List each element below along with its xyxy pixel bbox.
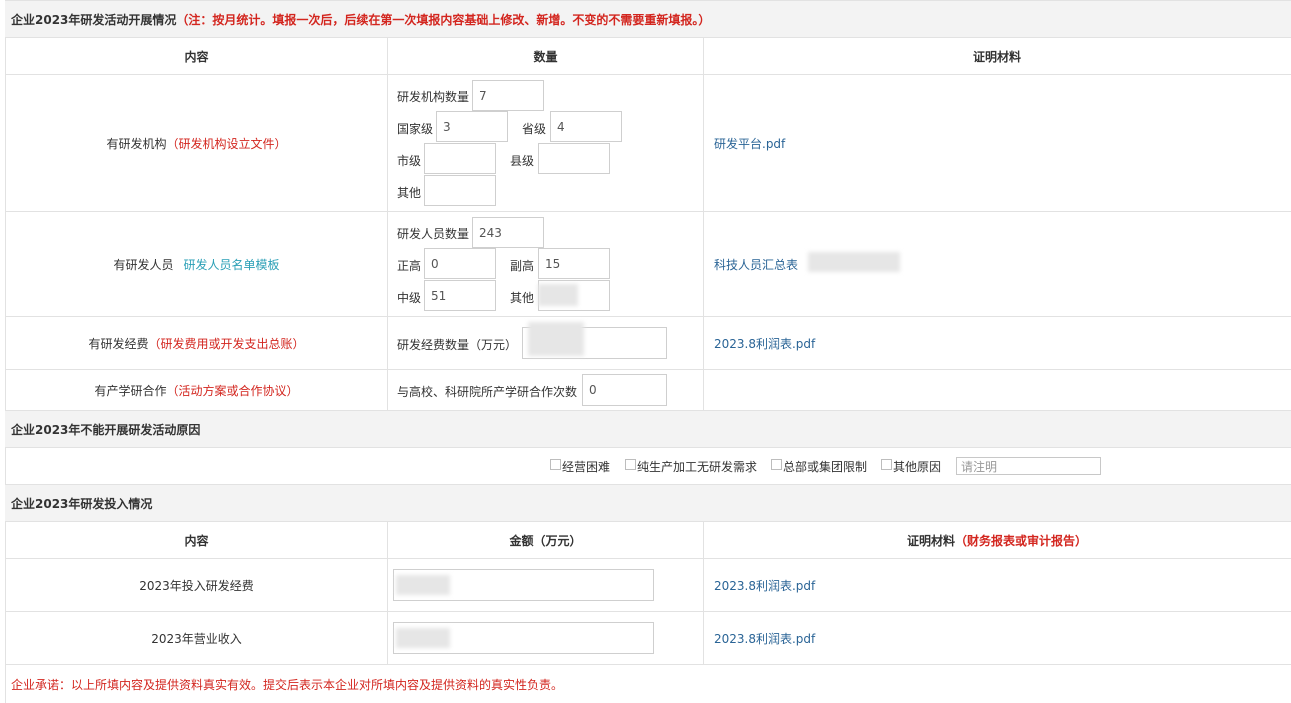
- rnd-funds-label-cell: 有研发经费 （研发费用或开发支出总账）: [5, 317, 388, 369]
- senior-title-input[interactable]: 0: [424, 248, 496, 279]
- header-content: 内容: [184, 534, 209, 548]
- column-divider: [703, 522, 704, 664]
- cooperation-count-input[interactable]: 0: [582, 374, 667, 406]
- rnd-org-proof-file[interactable]: 研发平台.pdf: [714, 137, 785, 151]
- provincial-level-input[interactable]: 4: [550, 111, 622, 142]
- redaction-mask: [396, 628, 450, 648]
- reason-label: 总部或集团限制: [783, 460, 868, 474]
- redaction-mask: [538, 284, 578, 306]
- reason-checkbox[interactable]: [550, 459, 561, 470]
- reason-checkbox[interactable]: [625, 459, 636, 470]
- city-level-input[interactable]: [424, 143, 496, 174]
- table-row-label: 2023年投入研发经费: [139, 578, 254, 593]
- reason-label: 纯生产加工无研发需求: [637, 460, 758, 474]
- cooperation-label-cell: 有产学研合作 （活动方案或合作协议）: [5, 370, 388, 410]
- header-proof: 证明材料: [972, 50, 1021, 64]
- cooperation-label: 有产学研合作: [94, 383, 167, 398]
- reason-checkbox[interactable]: [881, 459, 892, 470]
- header-proof-note: （财务报表或审计报告）: [955, 534, 1088, 548]
- section-1-note: （注：按月统计。填报一次后，后续在第一次填报内容基础上修改、新增。不变的不需要重…: [176, 12, 711, 27]
- redaction-mask: [808, 252, 900, 272]
- county-level-input[interactable]: [538, 143, 610, 174]
- national-level-input[interactable]: 3: [436, 111, 508, 142]
- mid-title-input[interactable]: 51: [424, 280, 496, 311]
- rnd-staff-count-label: 研发人员数量: [397, 227, 470, 241]
- cooperation-doc-link[interactable]: （活动方案或合作协议）: [167, 382, 299, 399]
- cooperation-count-label: 与高校、科研院所产学研合作次数: [397, 385, 578, 399]
- provincial-level-label: 省级: [522, 122, 547, 136]
- reason-label: 经营困难: [562, 460, 611, 474]
- reason-checkbox[interactable]: [771, 459, 782, 470]
- senior-title-label: 正高: [397, 259, 422, 273]
- rnd-funds-proof-file[interactable]: 2023.8利润表.pdf: [714, 337, 815, 351]
- table-row-label: 2023年营业收入: [151, 631, 242, 646]
- rnd-staff-label: 有研发人员: [113, 257, 174, 272]
- header-proof: 证明材料: [906, 534, 955, 548]
- other-level-input[interactable]: [424, 175, 496, 206]
- rnd-funds-label: 有研发经费: [88, 336, 149, 351]
- section-3-header: 企业2023年研发投入情况: [5, 484, 1291, 522]
- revenue-proof-file[interactable]: 2023.8利润表.pdf: [714, 632, 815, 646]
- section-2-title: 企业2023年不能开展研发活动原因: [11, 422, 201, 437]
- national-level-label: 国家级: [397, 122, 434, 136]
- vice-senior-title-label: 副高: [510, 259, 535, 273]
- rnd-investment-proof-file[interactable]: 2023.8利润表.pdf: [714, 579, 815, 593]
- rnd-report-form: 企业2023年研发活动开展情况 （注：按月统计。填报一次后，后续在第一次填报内容…: [0, 0, 1291, 703]
- header-proof-cell: 证明材料 （财务报表或审计报告）: [703, 522, 1291, 559]
- section-2-header: 企业2023年不能开展研发活动原因: [5, 410, 1291, 448]
- redaction-mask: [528, 322, 584, 356]
- rnd-org-count-input[interactable]: 7: [472, 80, 544, 111]
- rnd-funds-amount-label: 研发经费数量（万元）: [397, 338, 518, 352]
- rnd-org-label: 有研发机构: [106, 136, 167, 151]
- redaction-mask: [396, 575, 450, 595]
- rnd-staff-count-input[interactable]: 243: [472, 217, 544, 248]
- rnd-staff-template-link[interactable]: 研发人员名单模板: [184, 256, 280, 273]
- header-content: 内容: [184, 50, 209, 64]
- rnd-org-label-cell: 有研发机构 （研发机构设立文件）: [5, 75, 388, 211]
- vice-senior-title-input[interactable]: 15: [538, 248, 610, 279]
- commitment-note: 企业承诺：以上所填内容及提供资料真实有效。提交后表示本企业对所填内容及提供资料的…: [11, 678, 564, 692]
- reason-label: 其他原因: [893, 460, 942, 474]
- column-divider: [703, 38, 704, 410]
- section-3-title: 企业2023年研发投入情况: [11, 496, 153, 511]
- city-level-label: 市级: [397, 154, 422, 168]
- mid-title-label: 中级: [397, 291, 422, 305]
- county-level-label: 县级: [510, 154, 535, 168]
- section-1-title: 企业2023年研发活动开展情况: [11, 12, 177, 27]
- rnd-org-count-label: 研发机构数量: [397, 90, 470, 104]
- header-quantity: 数量: [533, 50, 558, 64]
- header-amount: 金额（万元）: [509, 534, 582, 548]
- other-title-label: 其他: [510, 291, 535, 305]
- rnd-staff-proof-file[interactable]: 科技人员汇总表: [714, 258, 798, 272]
- rnd-funds-doc-link[interactable]: （研发费用或开发支出总账）: [149, 335, 305, 352]
- section-1-header: 企业2023年研发活动开展情况 （注：按月统计。填报一次后，后续在第一次填报内容…: [5, 0, 1291, 38]
- other-level-label: 其他: [397, 186, 422, 200]
- rnd-org-doc-link[interactable]: （研发机构设立文件）: [167, 135, 287, 152]
- other-reason-input[interactable]: 请注明: [956, 457, 1101, 475]
- rnd-staff-label-cell: 有研发人员 研发人员名单模板: [5, 212, 388, 316]
- divider: [5, 664, 1291, 665]
